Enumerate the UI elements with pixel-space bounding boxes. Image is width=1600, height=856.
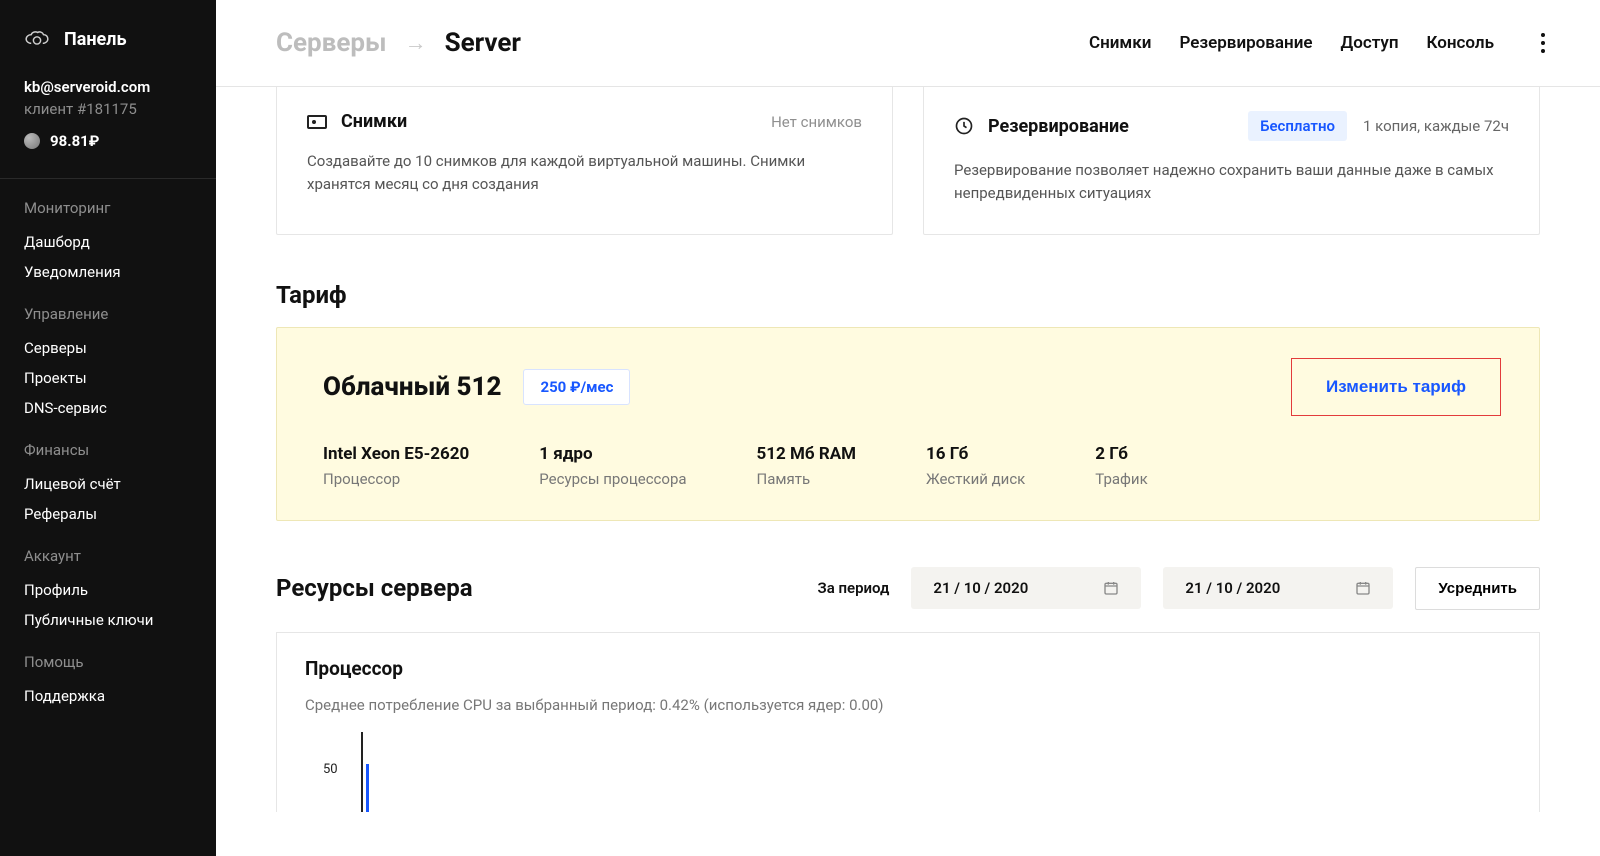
chart-plot-area: [361, 732, 1511, 812]
tariff-spec: Intel Xeon E5-2620 Процессор: [323, 444, 469, 488]
tariff-spec: 512 Мб RAM Память: [757, 444, 857, 488]
average-button[interactable]: Усреднить: [1415, 567, 1540, 610]
chart-cpu-card: Процессор Среднее потребление CPU за выб…: [276, 632, 1540, 812]
nav-group: Мониторинг ДашбордУведомления: [0, 189, 216, 295]
nav-heading: Аккаунт: [24, 547, 192, 565]
brand-title: Панель: [64, 29, 127, 50]
user-block: kb@serveroid.com клиент #181175 98.81₽: [0, 78, 216, 168]
kebab-menu-icon[interactable]: [1534, 33, 1552, 53]
sidebar-item[interactable]: Поддержка: [24, 681, 192, 711]
sidebar-item[interactable]: Публичные ключи: [24, 605, 192, 635]
card-backup-title: Резервирование: [988, 116, 1129, 137]
tariff-price-badge: 250 ₽/мес: [523, 369, 630, 405]
y-tick-50: 50: [323, 762, 338, 777]
date-from-value: 21 / 10 / 2020: [933, 579, 1028, 597]
topbar: Серверы → Server Снимки Резервирование Д…: [216, 0, 1600, 87]
sidebar-item[interactable]: Рефералы: [24, 499, 192, 529]
sidebar-item[interactable]: Дашборд: [24, 227, 192, 257]
card-backup-desc: Резервирование позволяет надежно сохрани…: [954, 159, 1509, 206]
tariff-spec: 2 Гб Трафик: [1095, 444, 1147, 488]
chart-cpu-note: Среднее потребление CPU за выбранный пер…: [305, 696, 1511, 714]
card-backup-note: 1 копия, каждые 72ч: [1363, 117, 1509, 135]
section-tariff-title: Тариф: [276, 281, 1540, 309]
tariff-spec-value: 16 Гб: [926, 444, 1025, 464]
tariff-name: Облачный 512: [323, 372, 501, 402]
breadcrumb: Серверы → Server: [276, 28, 521, 58]
card-snapshots-title: Снимки: [341, 111, 407, 132]
tariff-spec: 1 ядро Ресурсы процессора: [539, 444, 686, 488]
tariff-spec-value: 512 Мб RAM: [757, 444, 857, 464]
tariff-spec-label: Ресурсы процессора: [539, 470, 686, 488]
balance[interactable]: 98.81₽: [24, 132, 192, 150]
balance-amount: 98.81₽: [50, 132, 99, 150]
breadcrumb-root[interactable]: Серверы: [276, 28, 387, 58]
date-from-input[interactable]: 21 / 10 / 2020: [911, 567, 1141, 609]
chart-data-spike: [366, 764, 369, 812]
card-backup: Резервирование Бесплатно 1 копия, каждые…: [923, 87, 1540, 235]
tariff-spec-label: Процессор: [323, 470, 469, 488]
coins-icon: [24, 133, 40, 149]
nav-group: Аккаунт ПрофильПубличные ключи: [0, 537, 216, 643]
tariff-spec-label: Память: [757, 470, 857, 488]
card-snapshots: Снимки Нет снимков Создавайте до 10 сним…: [276, 87, 893, 235]
calendar-icon: [1103, 580, 1119, 596]
tab-backup[interactable]: Резервирование: [1179, 33, 1312, 53]
resources-bar: Ресурсы сервера За период 21 / 10 / 2020…: [276, 567, 1540, 610]
nav-heading: Управление: [24, 305, 192, 323]
card-snapshots-desc: Создавайте до 10 снимков для каждой вирт…: [307, 150, 862, 197]
tariff-spec-label: Жесткий диск: [926, 470, 1025, 488]
main: Серверы → Server Снимки Резервирование Д…: [216, 0, 1600, 856]
badge-free: Бесплатно: [1248, 111, 1347, 141]
nav-groups: Мониторинг ДашбордУведомления Управление Се…: [0, 189, 216, 719]
date-to-input[interactable]: 21 / 10 / 2020: [1163, 567, 1393, 609]
chart-cpu-title: Процессор: [305, 657, 1511, 680]
sidebar-item[interactable]: Проекты: [24, 363, 192, 393]
breadcrumb-current: Server: [445, 28, 521, 58]
change-tariff-button[interactable]: Изменить тариф: [1291, 358, 1501, 416]
sidebar: Панель kb@serveroid.com клиент #181175 9…: [0, 0, 216, 856]
nav-group: Помощь Поддержка: [0, 643, 216, 719]
logo-icon: [24, 26, 50, 52]
tariff-spec: 16 Гб Жесткий диск: [926, 444, 1025, 488]
chart-cpu-body: 50: [305, 732, 1511, 812]
nav-heading: Помощь: [24, 653, 192, 671]
sidebar-item[interactable]: Профиль: [24, 575, 192, 605]
sidebar-item[interactable]: Серверы: [24, 333, 192, 363]
period-label: За период: [818, 579, 890, 597]
sidebar-item[interactable]: Уведомления: [24, 257, 192, 287]
arrow-right-icon: →: [405, 30, 427, 56]
topnav: Снимки Резервирование Доступ Консоль: [1089, 33, 1552, 53]
top-cards: Снимки Нет снимков Создавайте до 10 сним…: [276, 87, 1540, 235]
tariff-spec-label: Трафик: [1095, 470, 1147, 488]
tariff-spec-value: 1 ядро: [539, 444, 686, 464]
tab-snapshots[interactable]: Снимки: [1089, 33, 1151, 53]
sidebar-item[interactable]: Лицевой счёт: [24, 469, 192, 499]
tab-access[interactable]: Доступ: [1341, 33, 1399, 53]
date-to-value: 21 / 10 / 2020: [1185, 579, 1280, 597]
nav-heading: Финансы: [24, 441, 192, 459]
tariff-specs: Intel Xeon E5-2620 Процессор 1 ядро Ресурсы…: [323, 444, 1501, 488]
nav-group: Финансы Лицевой счётРефералы: [0, 431, 216, 537]
section-resources-title: Ресурсы сервера: [276, 574, 473, 602]
calendar-icon: [1355, 580, 1371, 596]
tab-console[interactable]: Консоль: [1427, 33, 1495, 53]
content: Снимки Нет снимков Создавайте до 10 сним…: [216, 87, 1600, 852]
user-client-id: клиент #181175: [24, 100, 192, 118]
sidebar-item[interactable]: DNS-сервис: [24, 393, 192, 423]
tariff-spec-value: Intel Xeon E5-2620: [323, 444, 469, 464]
user-email[interactable]: kb@serveroid.com: [24, 78, 192, 96]
clock-icon: [954, 116, 974, 136]
brand[interactable]: Панель: [0, 26, 216, 78]
snapshot-icon: [307, 115, 327, 129]
nav-heading: Мониторинг: [24, 199, 192, 217]
nav-group: Управление СерверыПроектыDNS-сервис: [0, 295, 216, 431]
tariff-card: Облачный 512 250 ₽/мес Изменить тариф In…: [276, 327, 1540, 521]
card-snapshots-status: Нет снимков: [771, 113, 862, 131]
tariff-spec-value: 2 Гб: [1095, 444, 1147, 464]
divider: [0, 178, 216, 179]
